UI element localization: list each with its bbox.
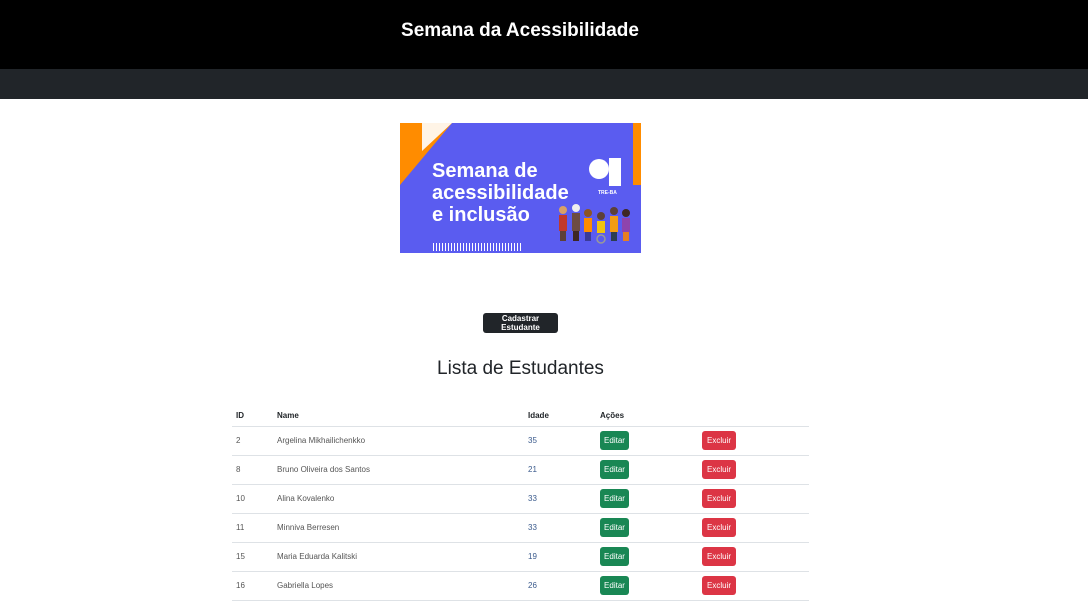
cell-name: Minniva Berresen bbox=[273, 513, 524, 543]
cell-age: 35 bbox=[524, 426, 596, 456]
cell-name: Gabriella Lopes bbox=[273, 571, 524, 601]
event-banner: Semana de acessibilidade e inclusão TRE-… bbox=[400, 123, 641, 253]
table-row: 15 Maria Eduarda Kalitski 19 Editar Excl… bbox=[232, 542, 809, 572]
table-row: 16 Gabriella Lopes 26 Editar Excluir bbox=[232, 571, 809, 601]
table-header-row: ID Name Idade Ações bbox=[232, 406, 809, 427]
cell-id: 11 bbox=[232, 513, 273, 543]
cell-age: 33 bbox=[524, 513, 596, 543]
list-title: Lista de Estudantes bbox=[437, 358, 604, 379]
page-title: Semana da Acessibilidade bbox=[401, 19, 639, 41]
cell-name: Argelina Mikhailichenkko bbox=[273, 426, 524, 456]
table-row: 11 Minniva Berresen 33 Editar Excluir bbox=[232, 513, 809, 543]
cell-id: 15 bbox=[232, 542, 273, 572]
delete-button[interactable]: Excluir bbox=[702, 489, 736, 508]
table-row: 2 Argelina Mikhailichenkko 35 Editar Exc… bbox=[232, 426, 809, 456]
cell-delete: Excluir bbox=[698, 571, 809, 601]
edit-button[interactable]: Editar bbox=[600, 489, 629, 508]
cell-edit: Editar bbox=[596, 484, 698, 514]
cell-age: 33 bbox=[524, 484, 596, 514]
cell-id: 2 bbox=[232, 426, 273, 456]
cell-edit: Editar bbox=[596, 513, 698, 543]
cell-delete: Excluir bbox=[698, 513, 809, 543]
banner-line-2: acessibilidade bbox=[432, 182, 569, 204]
cell-name: Alina Kovalenko bbox=[273, 484, 524, 514]
cell-delete: Excluir bbox=[698, 484, 809, 514]
tre-logo-text: TRE-BA bbox=[598, 190, 617, 196]
delete-button[interactable]: Excluir bbox=[702, 576, 736, 595]
navbar bbox=[0, 69, 1088, 99]
cell-name: Maria Eduarda Kalitski bbox=[273, 542, 524, 572]
col-header-name: Name bbox=[273, 406, 524, 427]
cell-id: 16 bbox=[232, 571, 273, 601]
col-header-id: ID bbox=[232, 406, 273, 427]
cell-name: Bruno Oliveira dos Santos bbox=[273, 455, 524, 485]
edit-button[interactable]: Editar bbox=[600, 547, 629, 566]
cell-age: 19 bbox=[524, 542, 596, 572]
edit-button[interactable]: Editar bbox=[600, 576, 629, 595]
cell-edit: Editar bbox=[596, 571, 698, 601]
edit-button[interactable]: Editar bbox=[600, 431, 629, 450]
cell-id: 10 bbox=[232, 484, 273, 514]
delete-button[interactable]: Excluir bbox=[702, 518, 736, 537]
col-header-age: Idade bbox=[524, 406, 596, 427]
top-header: Semana da Acessibilidade bbox=[0, 0, 1088, 69]
edit-button[interactable]: Editar bbox=[600, 460, 629, 479]
banner-line-3: e inclusão bbox=[432, 204, 530, 226]
edit-button[interactable]: Editar bbox=[600, 518, 629, 537]
register-student-button[interactable]: Cadastrar Estudante bbox=[483, 313, 558, 333]
students-table: ID Name Idade Ações 2 Argelina Mikhailic… bbox=[232, 406, 809, 601]
delete-button[interactable]: Excluir bbox=[702, 547, 736, 566]
banner-line-1: Semana de bbox=[432, 160, 538, 182]
cell-delete: Excluir bbox=[698, 542, 809, 572]
delete-button[interactable]: Excluir bbox=[702, 460, 736, 479]
col-header-empty bbox=[698, 406, 809, 427]
cell-delete: Excluir bbox=[698, 426, 809, 456]
delete-button[interactable]: Excluir bbox=[702, 431, 736, 450]
cell-age: 21 bbox=[524, 455, 596, 485]
cell-delete: Excluir bbox=[698, 455, 809, 485]
cell-edit: Editar bbox=[596, 455, 698, 485]
col-header-actions: Ações bbox=[596, 406, 698, 427]
cell-age: 26 bbox=[524, 571, 596, 601]
cell-id: 8 bbox=[232, 455, 273, 485]
table-row: 8 Bruno Oliveira dos Santos 21 Editar Ex… bbox=[232, 455, 809, 485]
cell-edit: Editar bbox=[596, 542, 698, 572]
cell-edit: Editar bbox=[596, 426, 698, 456]
table-row: 10 Alina Kovalenko 33 Editar Excluir bbox=[232, 484, 809, 514]
